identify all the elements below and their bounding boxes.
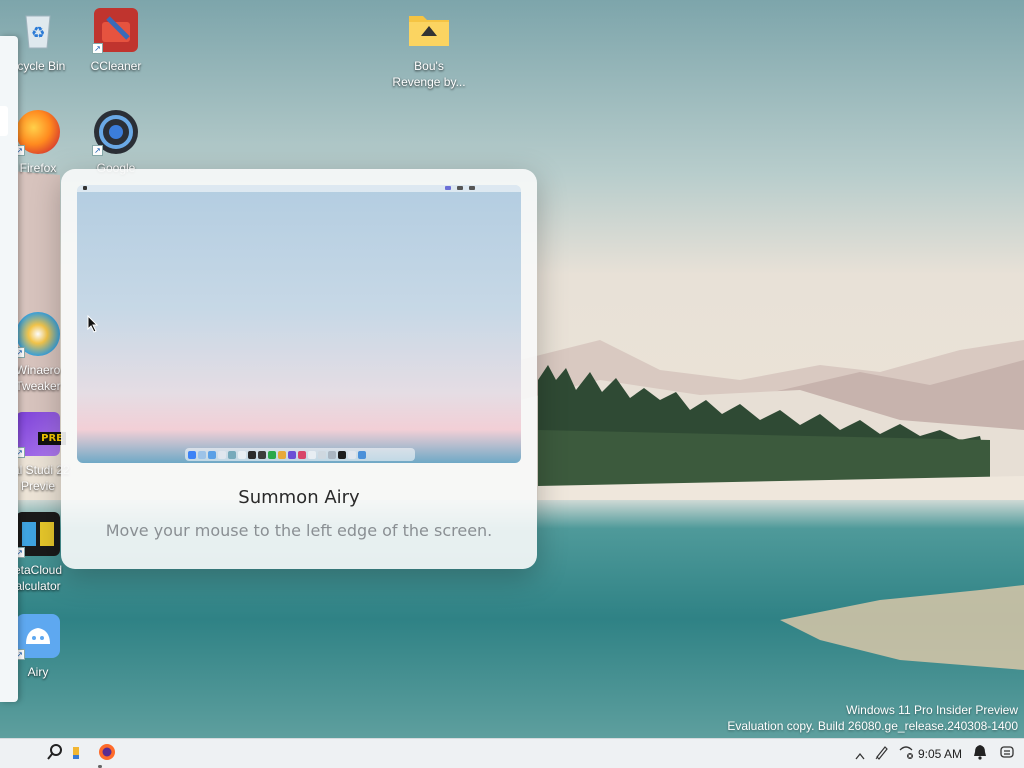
betacloud-icon: ↗ xyxy=(14,512,60,558)
pen-menu-button[interactable] xyxy=(872,739,892,768)
onboarding-card: Summon Airy Move your mouse to the left … xyxy=(61,169,537,569)
desktop-icon-bous-revenge[interactable]: Bou's Revenge by... xyxy=(389,8,469,90)
svg-text:♻: ♻ xyxy=(31,23,45,42)
copilot-button[interactable] xyxy=(996,739,1018,768)
copilot-icon xyxy=(999,744,1015,764)
chevron-up-icon xyxy=(855,745,865,764)
shortcut-arrow-icon: ↗ xyxy=(92,43,103,54)
shortcut-arrow-icon: ↗ xyxy=(92,145,103,156)
network-button[interactable] xyxy=(896,739,916,768)
menubar-status-icon xyxy=(445,186,451,190)
visual-studio-icon: PRE ↗ xyxy=(14,412,66,458)
watermark-line-1: Windows 11 Pro Insider Preview xyxy=(846,703,1018,717)
onboarding-description: Move your mouse to the left edge of the … xyxy=(105,521,493,540)
recycle-bin-icon: ♻ xyxy=(16,8,60,52)
windows-watermark: Windows 11 Pro Insider Preview Evaluatio… xyxy=(727,702,1018,734)
winaero-icon: ↗ xyxy=(14,312,60,358)
menubar-status-icon xyxy=(469,186,475,190)
show-hidden-icons-button[interactable] xyxy=(852,739,868,768)
desktop-icon-label: CCleaner xyxy=(90,59,142,73)
pen-icon xyxy=(874,744,890,764)
chrome-icon: ↗ xyxy=(92,110,138,156)
mouse-cursor-icon xyxy=(87,314,99,337)
onboarding-title: Summon Airy xyxy=(238,487,360,508)
desktop-icon-chrome[interactable]: ↗ Google xyxy=(76,110,156,176)
preview-menubar xyxy=(77,185,521,192)
firefox-icon: ↗ xyxy=(14,110,60,156)
taskbar: 9:05 AM xyxy=(0,738,1024,768)
desktop-icon-label: Bou's Revenge by... xyxy=(392,59,466,89)
taskbar-file-explorer[interactable] xyxy=(68,739,84,768)
menubar-status-icon xyxy=(457,186,463,190)
taskbar-firefox[interactable] xyxy=(94,739,120,768)
airy-icon: ↗ xyxy=(14,614,60,660)
notification-bell-icon xyxy=(973,744,987,764)
search-button[interactable] xyxy=(42,739,68,768)
side-panel-handle[interactable] xyxy=(0,106,8,136)
airy-side-panel[interactable] xyxy=(0,36,18,702)
preview-dock xyxy=(185,448,415,461)
apple-logo-icon xyxy=(83,186,87,190)
network-disconnected-icon xyxy=(898,744,914,764)
desktop-icon-ccleaner[interactable]: ↗ CCleaner xyxy=(76,8,156,74)
folder-icon xyxy=(407,8,451,52)
notification-center-button[interactable] xyxy=(970,739,990,768)
firefox-icon xyxy=(98,743,116,765)
taskbar-clock[interactable]: 9:05 AM xyxy=(918,739,962,768)
file-explorer-icon xyxy=(72,745,80,764)
onboarding-preview-image xyxy=(77,185,521,463)
search-icon xyxy=(46,743,64,765)
ccleaner-icon: ↗ xyxy=(92,8,138,54)
watermark-line-2: Evaluation copy. Build 26080.ge_release.… xyxy=(727,719,1018,733)
